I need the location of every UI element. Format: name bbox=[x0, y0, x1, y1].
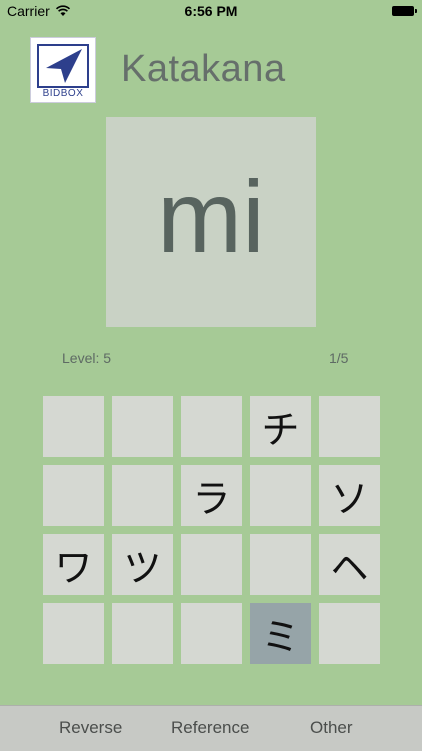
status-bar: Carrier 6:56 PM bbox=[0, 0, 422, 22]
prompt-card: mi bbox=[106, 117, 316, 327]
level-label: Level: 5 bbox=[62, 350, 112, 366]
grid-cell-selected[interactable]: ミ bbox=[250, 603, 311, 664]
logo-frame bbox=[37, 44, 89, 88]
grid-cell[interactable] bbox=[319, 396, 380, 457]
grid-cell[interactable] bbox=[112, 465, 173, 526]
status-time: 6:56 PM bbox=[184, 3, 238, 19]
grid-cell[interactable]: ラ bbox=[181, 465, 242, 526]
grid-cell[interactable] bbox=[250, 534, 311, 595]
other-button[interactable]: Other bbox=[310, 718, 353, 738]
logo-text: BIDBOX bbox=[42, 88, 84, 99]
prompt-romaji: mi bbox=[157, 159, 265, 274]
grid-cell[interactable]: ワ bbox=[43, 534, 104, 595]
grid-cell[interactable]: チ bbox=[250, 396, 311, 457]
bidbox-logo: BIDBOX bbox=[30, 37, 96, 103]
grid-cell[interactable] bbox=[43, 603, 104, 664]
bottom-toolbar: Reverse Reference Other bbox=[0, 705, 422, 751]
grid-cell[interactable]: ヘ bbox=[319, 534, 380, 595]
progress-label: 1/5 bbox=[329, 350, 349, 366]
grid-cell[interactable] bbox=[250, 465, 311, 526]
battery-icon bbox=[392, 6, 417, 16]
grid-cell[interactable] bbox=[181, 396, 242, 457]
reverse-button[interactable]: Reverse bbox=[59, 718, 122, 738]
reference-button[interactable]: Reference bbox=[171, 718, 249, 738]
grid-cell[interactable] bbox=[181, 534, 242, 595]
grid-cell[interactable] bbox=[112, 603, 173, 664]
grid-cell[interactable] bbox=[181, 603, 242, 664]
grid-cell[interactable] bbox=[43, 465, 104, 526]
page-title: Katakana bbox=[121, 48, 286, 90]
logo-arrow-icon bbox=[46, 49, 82, 83]
grid-cell[interactable] bbox=[319, 603, 380, 664]
grid-cell[interactable] bbox=[112, 396, 173, 457]
grid-cell[interactable] bbox=[43, 396, 104, 457]
grid-cell[interactable]: ソ bbox=[319, 465, 380, 526]
grid-cell[interactable]: ツ bbox=[112, 534, 173, 595]
